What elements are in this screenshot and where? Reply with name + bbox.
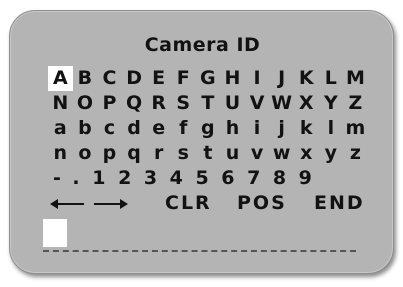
arrow-right-icon[interactable] [94,199,128,209]
end-button[interactable]: END [314,191,365,215]
key-char[interactable]: c [97,116,122,141]
key-char[interactable]: T [196,91,221,116]
key-char[interactable]: y [319,141,344,166]
key-char[interactable]: z [343,141,368,166]
key-char[interactable]: 2 [112,166,138,191]
key-char[interactable]: N [48,91,73,116]
key-char[interactable]: d [122,116,147,141]
key-char[interactable]: v [245,141,270,166]
arrow-left-icon[interactable] [50,199,84,209]
key-char[interactable]: W [269,91,294,116]
key-char[interactable]: p [97,141,122,166]
clear-button[interactable]: CLR [165,191,212,215]
key-char[interactable]: k [294,116,319,141]
key-char[interactable]: 8 [267,166,293,191]
position-button[interactable]: POS [237,191,287,215]
key-char[interactable]: - [48,166,66,191]
key-char[interactable]: e [146,116,171,141]
key-char[interactable]: b [73,116,98,141]
key-char[interactable]: V [245,91,270,116]
key-char[interactable]: C [97,66,122,91]
key-char[interactable]: E [146,66,171,91]
key-char[interactable]: L [319,66,344,91]
key-char[interactable]: A [48,66,73,91]
dialog-title: Camera ID [144,34,261,56]
key-char[interactable]: h [220,116,245,141]
key-char[interactable]: D [122,66,147,91]
key-char[interactable]: S [171,91,196,116]
key-char[interactable]: I [245,66,270,91]
key-char[interactable]: j [269,116,294,141]
key-char[interactable]: . [66,166,86,191]
key-char[interactable]: 9 [292,166,318,191]
keyboard-row-uppercase-1: A B C D E F G H I J K L M [48,66,368,91]
text-cursor [43,219,67,247]
key-char[interactable]: x [294,141,319,166]
key-char[interactable]: O [73,91,98,116]
key-char[interactable]: P [97,91,122,116]
key-char[interactable]: 5 [189,166,215,191]
key-char[interactable]: X [294,91,319,116]
key-char[interactable]: 6 [215,166,241,191]
key-char[interactable]: 3 [138,166,164,191]
keyboard-row-symbols-digits: - . 1 2 3 4 5 6 7 8 9 [48,166,368,191]
key-char[interactable]: u [220,141,245,166]
key-char[interactable]: 1 [86,166,112,191]
key-char[interactable]: m [343,116,368,141]
key-char[interactable]: K [294,66,319,91]
key-char[interactable]: U [220,91,245,116]
key-char[interactable]: Q [122,91,147,116]
key-char[interactable]: l [319,116,344,141]
key-char[interactable]: i [245,116,270,141]
key-char[interactable]: r [146,141,171,166]
key-char[interactable]: Z [343,91,368,116]
key-char[interactable]: q [122,141,147,166]
keyboard-row-controls: CLR POS END [48,191,368,216]
key-char[interactable]: H [220,66,245,91]
key-char[interactable]: f [171,116,196,141]
key-char[interactable]: o [73,141,98,166]
key-char[interactable]: F [171,66,196,91]
key-char[interactable]: g [196,116,221,141]
character-keyboard: A B C D E F G H I J K L M N O P Q R S T … [48,66,368,216]
key-char[interactable]: R [146,91,171,116]
key-char[interactable]: w [269,141,294,166]
key-char[interactable]: a [48,116,73,141]
keyboard-row-lowercase-2: n o p q r s t u v w x y z [48,141,368,166]
keyboard-row-uppercase-2: N O P Q R S T U V W X Y Z [48,91,368,116]
key-char[interactable]: 4 [163,166,189,191]
key-char[interactable]: G [196,66,221,91]
key-char[interactable]: t [196,141,221,166]
key-char[interactable]: B [73,66,98,91]
key-char[interactable]: J [269,66,294,91]
key-char[interactable]: 7 [241,166,267,191]
key-char[interactable]: s [171,141,196,166]
keyboard-row-lowercase-1: a b c d e f g h i j k l m [48,116,368,141]
key-char[interactable]: M [343,66,368,91]
key-char[interactable]: n [48,141,73,166]
key-char[interactable]: Y [319,91,344,116]
camera-id-input-line[interactable] [43,250,356,252]
